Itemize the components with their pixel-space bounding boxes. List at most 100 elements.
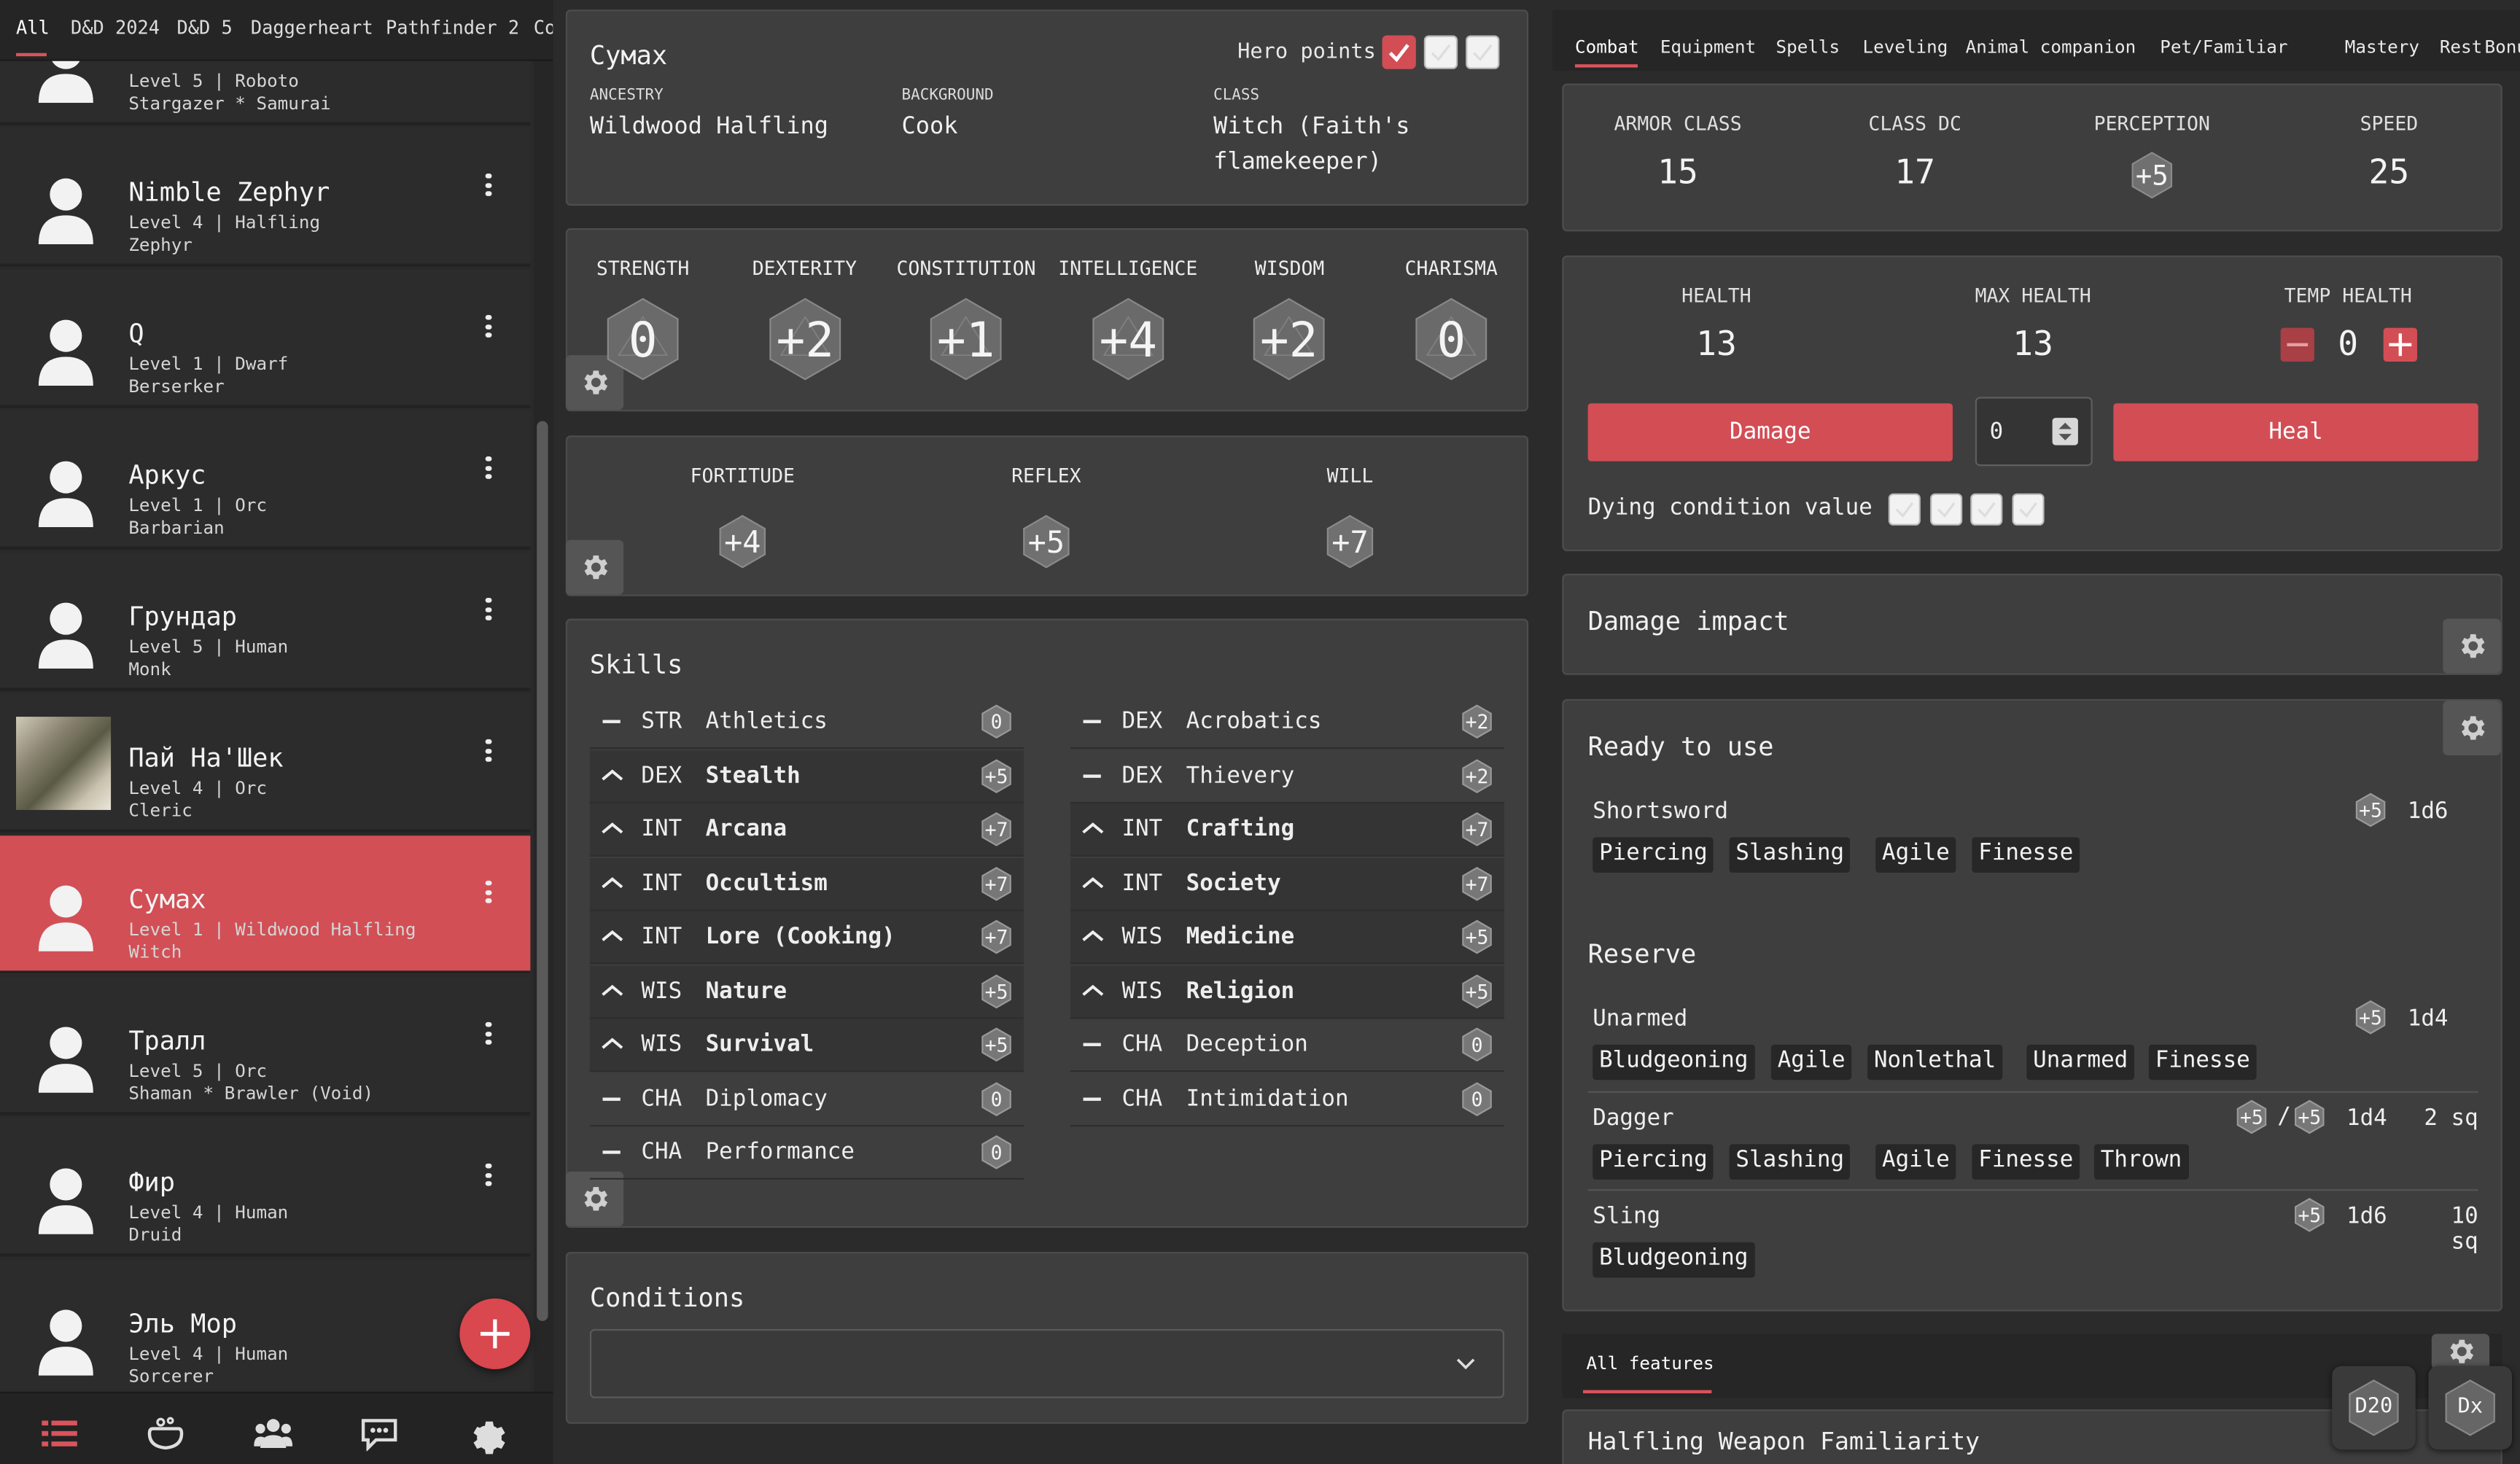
add-character-button[interactable] [459,1298,531,1369]
kebab-menu-icon[interactable] [482,456,495,486]
skill-row[interactable]: WIS Religion +5 [1070,965,1505,1019]
hero-point-checkbox[interactable] [1382,35,1416,69]
dying-checkbox[interactable] [2011,493,2044,526]
dying-checkbox[interactable] [1929,493,1962,526]
skill-row[interactable]: INT Occultism +7 [589,857,1024,911]
character-list-item[interactable]: Q Level 1 | Dwarf Berserker [0,270,531,408]
list-icon[interactable] [40,1416,79,1451]
ability-score[interactable]: 0 [1409,297,1493,387]
character-list-item[interactable]: Пай На'Шек Level 4 | Orc Cleric [0,694,531,833]
skill-row[interactable]: STR Athletics 0 [589,696,1024,749]
character-list-item[interactable]: Nimble Zephyr Level 4 | Halfling Zephyr [0,128,531,267]
ability-score[interactable]: +2 [1248,297,1331,387]
dying-checkbox[interactable] [1970,493,2003,526]
settings-icon[interactable] [467,1416,506,1455]
filter-tab-4[interactable]: Pathfinder 2 [386,16,519,39]
chat-dice-icon[interactable] [360,1416,399,1452]
tab-equipment[interactable]: Equipment [1660,37,1756,58]
perception-value[interactable]: +5 [2128,151,2176,206]
skill-row[interactable]: INT Crafting +7 [1070,803,1505,857]
kebab-menu-icon[interactable] [482,739,495,768]
skill-row[interactable]: CHA Intimidation 0 [1070,1072,1505,1126]
cauldron-icon[interactable] [147,1416,185,1451]
skill-row[interactable]: CHA Diplomacy 0 [589,1072,1024,1126]
temp-health-increment[interactable] [2383,327,2417,362]
tab-all-features[interactable]: All features [1586,1353,1714,1374]
character-list-item[interactable]: Level 5 | Roboto Stargazer * Samurai [0,61,531,125]
roll-dx-button[interactable]: Dx [2428,1366,2513,1450]
weapon-attack-bonus[interactable]: +5 [2292,1099,2327,1141]
skill-row[interactable]: CHA Performance 0 [589,1126,1024,1180]
hp-amount-input[interactable]: 0 [1975,397,2093,467]
character-list-item[interactable]: Фир Level 4 | Human Druid [0,1118,531,1257]
dying-checkbox[interactable] [1888,493,1921,526]
number-spinner-icon[interactable] [2052,418,2078,445]
skill-row[interactable]: INT Society +7 [1070,857,1505,911]
gear-icon [584,555,608,580]
character-list-item[interactable]: Эль Мор Level 4 | Human Sorcerer [0,1260,531,1392]
save-score[interactable]: +7 [1323,514,1377,575]
weapon-row[interactable]: Shortsword 1d6 +5 Piercing Slashing Agile Fine… [1588,786,2478,879]
character-list-item[interactable]: Тралл Level 5 | Orc Shaman * Brawler (Void… [0,977,531,1115]
sidebar-scrollbar-thumb[interactable] [537,421,548,1321]
kebab-menu-icon[interactable] [482,174,495,203]
tab-bonuse[interactable]: Bonuse [2485,37,2520,58]
weapon-trait-tag: Finesse [1972,1144,2080,1180]
skill-row[interactable]: DEX Thievery +2 [1070,749,1505,803]
skills-settings-button[interactable] [565,1171,624,1226]
saves-settings-button[interactable] [565,540,624,595]
filter-tab-5[interactable]: Co [534,16,553,39]
hero-point-checkbox[interactable] [1466,35,1500,69]
filter-tab-1[interactable]: D&D 2024 [71,16,160,39]
kebab-menu-icon[interactable] [482,315,495,344]
kebab-menu-icon[interactable] [482,1021,495,1051]
weapon-row[interactable]: Unarmed 1d4 +5 Bludgeoning Agile Nonlethal Una… [1588,993,2478,1086]
ability-score[interactable]: 0 [601,297,685,387]
weapon-attack-bonus[interactable]: +5 [2353,1000,2388,1041]
character-list-item[interactable]: Сумах Level 1 | Wildwood Halfling Witch [0,836,531,974]
tab-animal-companion[interactable]: Animal companion [1966,37,2136,58]
save-score[interactable]: +4 [715,514,770,575]
tab-spells[interactable]: Spells [1776,37,1840,58]
weapon-row[interactable]: Sling 10 sq 1d6 +5 Bludgeoning [1587,1189,2478,1282]
temp-health-decrement[interactable] [2280,327,2314,362]
party-icon[interactable] [254,1416,293,1451]
skill-row[interactable]: INT Lore (Cooking) +7 [589,911,1024,965]
save-score[interactable]: +5 [1019,514,1073,575]
skill-row[interactable]: WIS Medicine +5 [1070,911,1505,965]
filter-tab-3[interactable]: Daggerheart [251,16,373,39]
skill-row[interactable]: DEX Stealth +5 [589,749,1024,803]
skill-row[interactable]: DEX Acrobatics +2 [1070,696,1505,749]
skill-row[interactable]: WIS Nature +5 [589,965,1024,1019]
character-list-item[interactable]: Грундар Level 5 | Human Monk [0,553,531,691]
kebab-menu-icon[interactable] [482,880,495,910]
damage-button[interactable]: Damage [1587,403,1953,462]
tab-combat[interactable]: Combat [1575,37,1639,58]
weapons-settings-button[interactable] [2443,701,2501,755]
skill-row[interactable]: WIS Survival +5 [589,1019,1024,1072]
ability-score[interactable]: +1 [925,297,1008,387]
tab-pet-familiar[interactable]: Pet/Familiar [2160,37,2287,58]
weapon-attack-bonus-alt[interactable]: +5 [2234,1099,2269,1141]
roll-d20-button[interactable]: D20 [2332,1366,2416,1450]
skill-row[interactable]: INT Arcana +7 [589,803,1024,857]
filter-tab-0[interactable]: All [16,16,50,39]
character-list-item[interactable]: Аркус Level 1 | Orc Barbarian [0,411,531,550]
damage-impact-settings-button[interactable] [2443,618,2501,674]
tab-rest[interactable]: Rest [2440,37,2482,58]
ability-score[interactable]: +4 [1086,297,1170,387]
weapon-row[interactable]: Dagger 2 sq 1d4 +5 / +5 Piercing Slashing Agile F… [1587,1091,2478,1185]
weapon-attack-bonus[interactable]: +5 [2353,793,2388,834]
weapon-attack-bonus[interactable]: +5 [2292,1197,2327,1239]
tab-mastery[interactable]: Mastery [2345,37,2419,58]
hero-point-checkbox[interactable] [1423,35,1458,69]
kebab-menu-icon[interactable] [482,1163,495,1193]
filter-tab-2[interactable]: D&D 5 [176,16,232,39]
kebab-menu-icon[interactable] [482,597,495,627]
skill-row[interactable]: CHA Deception 0 [1070,1019,1505,1072]
tab-leveling[interactable]: Leveling [1863,37,1948,58]
ability-score[interactable]: +2 [763,297,847,387]
heal-button[interactable]: Heal [2113,403,2478,462]
features-settings-button[interactable] [2431,1333,2490,1369]
conditions-select[interactable] [589,1328,1505,1398]
